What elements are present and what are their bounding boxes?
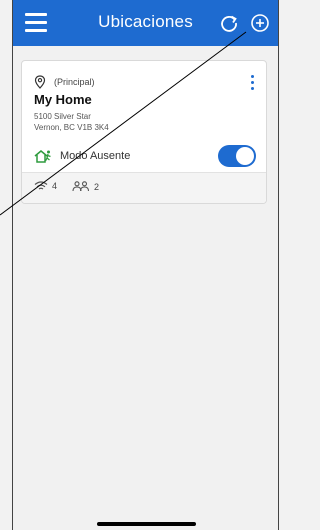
address-line-1: 5100 Silver Star	[34, 112, 91, 121]
away-mode-label: Modo Ausente	[60, 150, 131, 162]
add-circle-icon[interactable]	[249, 12, 271, 34]
user-count: 2	[94, 181, 100, 192]
principal-tag: (Principal)	[54, 77, 95, 87]
away-mode-row: Modo Ausente	[34, 149, 130, 163]
location-name: My Home	[34, 92, 92, 107]
app-screen: Ubicaciones (Principal) My Home 5100 Sil…	[12, 0, 279, 530]
location-card[interactable]: (Principal) My Home 5100 Silver Star Ver…	[21, 60, 267, 204]
users-icon	[72, 181, 90, 192]
device-count-stat: 4	[34, 181, 57, 191]
toggle-knob	[236, 147, 254, 165]
location-pin-icon	[34, 75, 46, 89]
away-mode-icon	[34, 150, 51, 163]
home-indicator	[97, 522, 196, 526]
principal-row: (Principal)	[34, 75, 95, 89]
more-vert-icon[interactable]	[250, 75, 256, 91]
away-mode-toggle[interactable]	[218, 145, 256, 167]
card-footer: 4 2	[22, 172, 266, 203]
address-line-2: Vernon, BC V1B 3K4	[34, 123, 109, 132]
refresh-icon[interactable]	[218, 12, 240, 34]
device-count: 4	[52, 181, 58, 191]
top-app-bar: Ubicaciones	[13, 0, 278, 46]
wifi-icon	[34, 181, 48, 190]
user-count-stat: 2	[72, 181, 99, 192]
